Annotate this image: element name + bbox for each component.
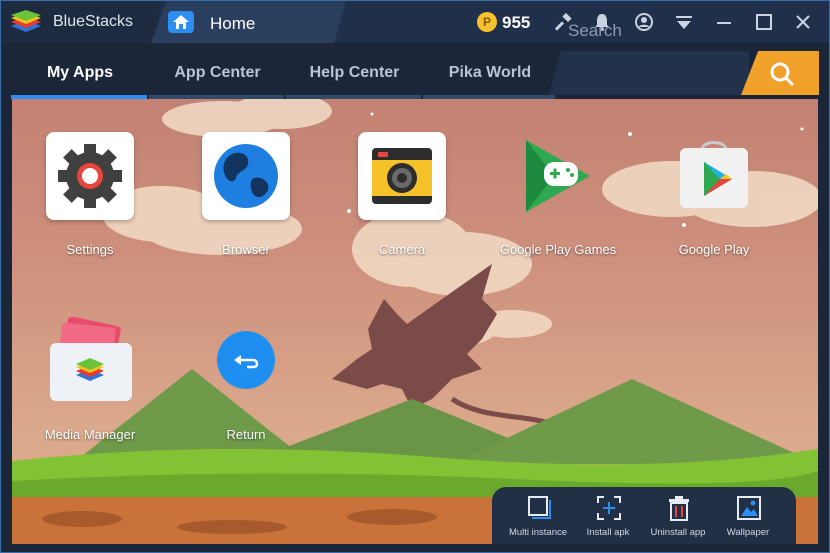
app-label: Google Play Games <box>499 242 617 257</box>
app-label: Camera <box>378 242 426 257</box>
camera-icon <box>372 148 432 204</box>
app-label: Settings <box>66 242 114 257</box>
search-placeholder: Search <box>568 21 622 40</box>
media-manager-icon <box>50 317 132 401</box>
google-play-icon <box>680 141 748 208</box>
search-input[interactable] <box>549 51 749 95</box>
app-label: Google Play <box>678 242 750 257</box>
dock-label: Install apk <box>586 527 630 538</box>
dock-label: Uninstall app <box>650 527 706 538</box>
bottom-toolbar: Multi instance Install apk Uninstall app… <box>492 487 796 544</box>
nav-bar: My Apps App Center Help Center Pika Worl… <box>1 43 829 99</box>
settings-tile <box>46 132 134 220</box>
dock-label: Multi instance <box>508 527 568 538</box>
app-browser[interactable]: Browser <box>171 132 321 272</box>
home-icon <box>168 11 194 33</box>
account-icon[interactable] <box>634 12 654 32</box>
multi-instance-icon <box>528 496 551 519</box>
close-icon[interactable] <box>793 12 813 32</box>
play-games-icon <box>526 140 590 212</box>
app-google-play[interactable]: Google Play <box>639 132 789 272</box>
maximize-icon[interactable] <box>754 12 774 32</box>
wallpaper-button[interactable]: Wallpaper <box>712 487 784 544</box>
return-label: Return <box>226 427 266 442</box>
browser-tile <box>202 132 290 220</box>
home-tab-label: Home <box>210 14 256 33</box>
install-apk-icon <box>597 496 621 520</box>
dock-label: Wallpaper <box>726 527 770 538</box>
bluestacks-window: BlueStacks Home P 955 My Apps App Center… <box>0 0 830 553</box>
menu-dropdown-icon[interactable] <box>674 12 694 32</box>
settings-icon <box>58 144 122 208</box>
return-button[interactable] <box>217 331 275 389</box>
search-button[interactable] <box>741 51 819 95</box>
logo-area: BlueStacks <box>1 1 159 43</box>
wallpaper-icon <box>737 496 761 520</box>
browser-icon <box>214 144 278 208</box>
coin-count: 955 <box>502 13 531 32</box>
tab-label: Help Center <box>309 64 400 81</box>
search-icon <box>770 62 795 87</box>
coin-icon[interactable]: P <box>477 12 497 32</box>
tab-pika-world[interactable]: Pika World <box>423 43 557 99</box>
app-label: Browser <box>222 242 270 257</box>
tab-label: My Apps <box>46 64 114 81</box>
title-bar: BlueStacks Home P 955 <box>1 1 829 43</box>
multi-instance-button[interactable]: Multi instance <box>502 487 574 544</box>
tab-my-apps[interactable]: My Apps <box>11 43 149 99</box>
app-label: Media Manager <box>44 427 136 442</box>
app-google-play-games[interactable]: Google Play Games <box>483 132 633 272</box>
app-settings[interactable]: Settings <box>15 132 165 272</box>
tab-help-center[interactable]: Help Center <box>286 43 423 99</box>
tab-label: App Center <box>174 64 261 81</box>
uninstall-icon <box>669 496 689 521</box>
app-name: BlueStacks <box>53 13 134 30</box>
tab-app-center[interactable]: App Center <box>149 43 286 99</box>
home-screen: Settings Browser Camera Google Play Game… <box>12 99 818 544</box>
minimize-icon[interactable] <box>714 12 734 32</box>
app-media-manager[interactable]: Media Manager <box>15 317 165 457</box>
camera-tile <box>358 132 446 220</box>
app-camera[interactable]: Camera <box>327 132 477 272</box>
install-apk-button[interactable]: Install apk <box>572 487 644 544</box>
uninstall-app-button[interactable]: Uninstall app <box>642 487 714 544</box>
tab-label: Pika World <box>448 64 532 81</box>
return-icon <box>234 355 259 369</box>
bluestacks-logo-icon <box>11 10 41 32</box>
